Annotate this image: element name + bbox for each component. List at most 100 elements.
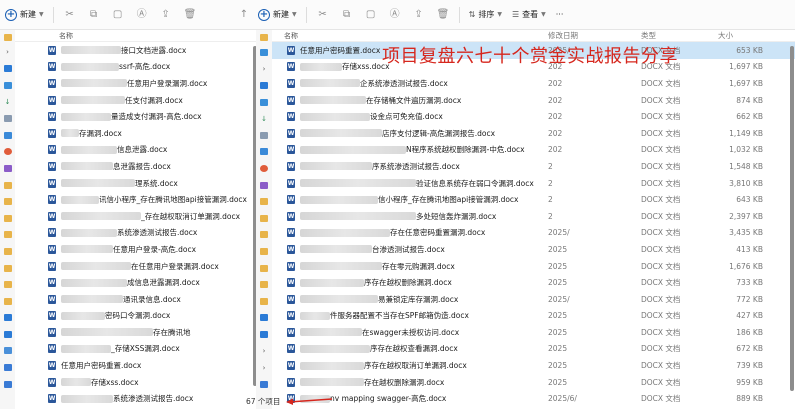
more-button[interactable]: ···	[551, 4, 569, 26]
expand-chevron-icon[interactable]: ›	[0, 44, 15, 61]
cut-icon[interactable]: ✂	[317, 9, 329, 21]
file-row[interactable]: W 台渗透测试报告.docx 2025 DOCX 文档 413 KB	[272, 241, 795, 258]
file-row[interactable]: W 密码口令漏洞.docx	[15, 308, 256, 325]
file-row[interactable]: W 任意用户密码重置.docx	[15, 357, 256, 374]
folder-icon[interactable]	[0, 293, 15, 310]
scrollbar-right[interactable]	[790, 46, 794, 391]
folder-icon[interactable]	[0, 193, 15, 210]
file-row[interactable]: W 接口文档泄露.docx	[15, 42, 256, 59]
folder-icon[interactable]	[0, 276, 15, 293]
column-date[interactable]: 修改日期	[548, 30, 578, 41]
copy-icon[interactable]: ⧉	[341, 9, 353, 21]
column-name[interactable]: 名称	[284, 31, 298, 41]
file-row[interactable]: W N程序系统越权删除漏洞-中危.docx 202 DOCX 文档 1,032 KB	[272, 142, 795, 159]
documents-icon[interactable]	[0, 110, 15, 127]
file-row[interactable]: W 信息泄露.docx	[15, 142, 256, 159]
folder-icon[interactable]	[256, 260, 272, 277]
folder-icon[interactable]	[0, 260, 15, 277]
folder-icon[interactable]	[256, 227, 272, 244]
file-row[interactable]: W 存在任意密码重置漏洞.docx 2025/DOCX 文档 3,435 KB	[272, 225, 795, 242]
column-size[interactable]: 大小	[718, 30, 763, 41]
file-row[interactable]: W 通讯录信息.docx	[15, 291, 256, 308]
folder-icon[interactable]	[256, 243, 272, 260]
drive-icon[interactable]	[0, 359, 15, 376]
cut-icon[interactable]: ✂	[64, 9, 76, 21]
file-row[interactable]: W 易兼锁定库存漏洞.docx 2025/DOCX 文档 772 KB	[272, 291, 795, 308]
file-row[interactable]: W 店序支付逻辑-高危漏洞报告.docx 202 DOCX 文档 1,149 KB	[272, 125, 795, 142]
music-icon[interactable]	[0, 144, 15, 161]
file-row[interactable]: W 存在越权删除漏洞.docx 2025 DOCX 文档 959 KB	[272, 374, 795, 391]
file-row[interactable]: W 设金点可免充值.docx 202 DOCX 文档 662 KB	[272, 108, 795, 125]
delete-icon[interactable]: 🗑	[184, 9, 197, 21]
rename-icon[interactable]: Ⓐ	[136, 9, 148, 21]
file-row[interactable]: W 系统渗透测试报告.docx	[15, 225, 256, 242]
new-button-right[interactable]: + 新建 ▼	[253, 4, 302, 26]
file-row[interactable]: W 序存在越权取消订单漏洞.docx 2025 DOCX 文档 739 KB	[272, 357, 795, 374]
expand-chevron-icon[interactable]: ›	[256, 61, 272, 78]
folder-icon[interactable]	[0, 177, 15, 194]
expand-chevron-icon[interactable]: ›	[256, 359, 272, 376]
share-icon[interactable]: ⇪	[413, 9, 425, 21]
cloud-icon[interactable]	[256, 326, 272, 343]
cloud-icon[interactable]	[0, 61, 15, 78]
cloud-icon[interactable]	[256, 310, 272, 327]
file-row[interactable]: W 理系统.docx	[15, 175, 256, 192]
pictures-icon[interactable]	[0, 127, 15, 144]
file-row[interactable]: W 在存储桶文件遍历漏洞.docx 202 DOCX 文档 874 KB	[272, 92, 795, 109]
view-button[interactable]: ☰ 查看 ▼	[507, 4, 551, 26]
file-row[interactable]: W 存在零元购漏洞.docx 2025 DOCX 文档 1,676 KB	[272, 258, 795, 275]
cloud-icon[interactable]	[0, 310, 15, 327]
folder-icon[interactable]	[0, 243, 15, 260]
file-row[interactable]: W 存在腾讯地	[15, 324, 256, 341]
pictures-icon[interactable]	[256, 144, 272, 161]
desktop-icon[interactable]	[256, 44, 272, 61]
drive-icon[interactable]	[256, 376, 272, 393]
column-header[interactable]: 名称	[15, 30, 256, 42]
file-row[interactable]: W 多处短信轰炸漏洞.docx 2 DOCX 文档 2,397 KB	[272, 208, 795, 225]
file-row[interactable]: W 息泄露报告.docx	[15, 158, 256, 175]
file-row[interactable]: W 件服务器配置不当存在SPF邮箱伪造.docx 2025 DOCX 文档 427 KB	[272, 308, 795, 325]
file-row[interactable]: W 量造成支付漏洞-高危.docx	[15, 108, 256, 125]
desktop-icon[interactable]	[0, 77, 15, 94]
documents-icon[interactable]	[256, 127, 272, 144]
file-row[interactable]: W 存漏洞.docx	[15, 125, 256, 142]
new-button-left[interactable]: + 新建 ▼	[0, 4, 49, 26]
file-row[interactable]: Wssrf-高危.docx	[15, 59, 256, 76]
sort-button[interactable]: ⇅ 排序 ▼	[464, 4, 507, 26]
file-row[interactable]: W 序系统渗透测试报告.docx 2 DOCX 文档 1,548 KB	[272, 158, 795, 175]
desktop-icon[interactable]	[256, 94, 272, 111]
share-icon[interactable]: ⇪	[160, 9, 172, 21]
music-icon[interactable]	[256, 160, 272, 177]
file-row[interactable]: W _存在越权取消订单漏洞.docx	[15, 208, 256, 225]
this-pc-icon[interactable]	[0, 343, 15, 360]
file-row[interactable]: W 信小程序_存在腾讯地图api接管漏洞.docx 2 DOCX 文档 643 KB	[272, 191, 795, 208]
folder-icon[interactable]	[256, 210, 272, 227]
file-row[interactable]: W 讯信小程序_存在腾讯地图api接管漏洞.docx	[15, 191, 256, 208]
folder-icon[interactable]	[256, 293, 272, 310]
folder-icon[interactable]	[256, 276, 272, 293]
rename-icon[interactable]: Ⓐ	[389, 9, 401, 21]
file-row[interactable]: W 任意用户登录-高危.docx	[15, 241, 256, 258]
paste-icon[interactable]: ▢	[365, 9, 377, 21]
file-row[interactable]: W 系统渗透测试报告.docx	[15, 390, 256, 407]
delete-icon[interactable]: 🗑	[437, 9, 450, 21]
file-row[interactable]: W 企系统渗透测试报告.docx 202 DOCX 文档 1,697 KB	[272, 75, 795, 92]
file-row[interactable]: W 序存在越权查看漏洞.docx 2025 DOCX 文档 672 KB	[272, 341, 795, 358]
cloud-icon[interactable]	[0, 326, 15, 343]
expand-chevron-icon[interactable]: ›	[256, 343, 272, 360]
file-row[interactable]: W 存储xss.docx	[15, 374, 256, 391]
column-header[interactable]: 名称 修改日期 类型 大小	[272, 30, 795, 42]
folder-icon[interactable]	[256, 193, 272, 210]
file-row[interactable]: W 成信息泄露漏洞.docx	[15, 274, 256, 291]
videos-icon[interactable]	[0, 160, 15, 177]
videos-icon[interactable]	[256, 177, 272, 194]
file-row[interactable]: W 任意用户登录漏洞.docx	[15, 75, 256, 92]
download-icon[interactable]: ↓	[0, 94, 15, 111]
file-row[interactable]: W 在swagger未授权访问.docx 2025 DOCX 文档 186 KB	[272, 324, 795, 341]
file-row[interactable]: Wnv mapping swagger-高危.docx 2025/6/DOCX 文…	[272, 390, 795, 407]
folder-icon[interactable]	[256, 30, 272, 44]
paste-icon[interactable]: ▢	[112, 9, 124, 21]
cloud-icon[interactable]	[256, 77, 272, 94]
file-row[interactable]: W _存储XSS漏洞.docx	[15, 341, 256, 358]
up-arrow-icon[interactable]: ↑	[238, 9, 250, 21]
